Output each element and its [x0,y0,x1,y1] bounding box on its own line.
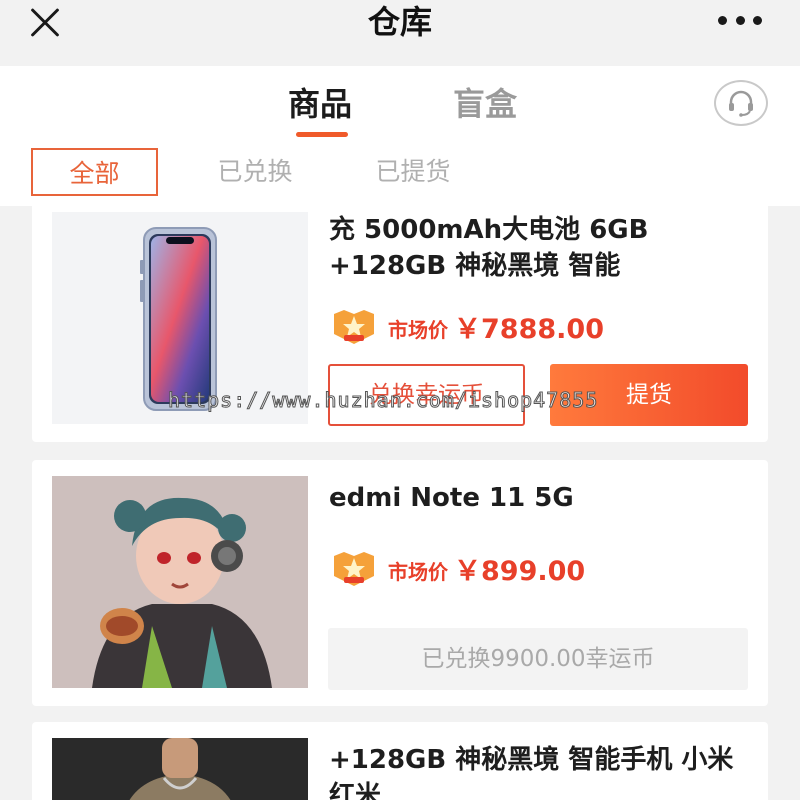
price-row: 市场价 ￥7888.00 [330,306,604,346]
deliver-button[interactable]: 提货 [550,364,748,426]
active-tab-indicator [296,132,348,137]
tab-blind-box[interactable]: 盲盒 [453,82,517,126]
exchanged-status-button: 已兑换9900.00幸运币 [328,628,748,690]
figure-image [52,476,308,688]
price-label: 市场价 [388,559,448,584]
price-value: ￥7888.00 [454,313,604,345]
filter-exchanged[interactable]: 已兑换 [210,148,300,196]
more-icon[interactable] [718,16,762,26]
tabs-header: 商品 盲盒 全部 已兑换 已提货 [0,66,800,206]
product-title: 充 5000mAh大电池 6GB +128GB 神秘黑境 智能 [329,215,649,281]
product-title: edmi Note 11 5G [329,483,574,513]
page-title: 仓库 [367,3,432,41]
product-card[interactable]: +128GB 神秘黑境 智能手机 小米 红米 [32,722,768,800]
tab-goods[interactable]: 商品 [288,82,352,126]
filter-all[interactable]: 全部 [31,148,158,196]
star-badge-icon [330,306,378,346]
product-card[interactable]: edmi Note 11 5G 市场价 ￥899.00 已兑换9900.00幸运… [32,460,768,706]
headset-icon [729,90,753,117]
filter-delivered[interactable]: 已提货 [368,148,458,196]
product-image [52,476,308,688]
person-image [52,738,308,800]
phone-image [140,227,217,411]
product-image [52,212,308,424]
customer-service-button[interactable] [714,80,768,126]
price-label: 市场价 [388,317,448,342]
product-title: +128GB 神秘黑境 智能手机 小米 红米 [329,745,734,800]
price-value: ￥899.00 [454,555,586,587]
star-badge-icon [330,548,378,588]
product-card[interactable]: 充 5000mAh大电池 6GB +128GB 神秘黑境 智能 市场价 ￥788… [32,200,768,442]
product-image [52,738,308,800]
price-row: 市场价 ￥899.00 [330,548,585,588]
top-nav-bar: 仓库 [0,0,800,66]
exchange-coin-button[interactable]: 兑换幸运币 [328,364,525,426]
